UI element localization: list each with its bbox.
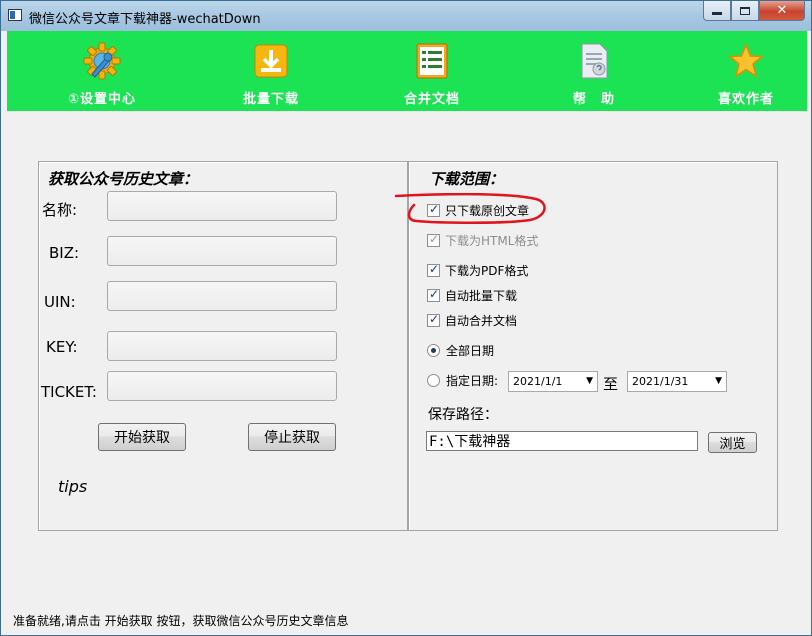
ticket-input[interactable] [107, 371, 337, 401]
checkbox-box [427, 312, 440, 327]
radio-dot [427, 344, 440, 357]
all-dates-label: 全部日期 [446, 344, 495, 358]
auto-batch-download-label: 自动批量下载 [445, 289, 518, 303]
date-to-value: 2021/1/31 [632, 375, 689, 388]
specific-date-radio[interactable]: 指定日期: [427, 372, 498, 389]
auto-merge-checkbox[interactable]: 自动合并文档 [427, 312, 517, 329]
tips-text: tips [58, 477, 88, 496]
app-icon [8, 9, 22, 21]
browse-button[interactable]: 浏览 [708, 432, 757, 453]
close-button[interactable]: ✕ [759, 1, 805, 21]
biz-label: BIZ: [49, 244, 80, 262]
original-only-label: 只下载原创文章 [445, 204, 530, 218]
key-label: KEY: [46, 338, 78, 356]
help-document-icon [581, 43, 608, 79]
maximize-button[interactable] [731, 1, 759, 21]
toolbar-settings-center[interactable]: ①设置中心 [47, 31, 157, 111]
original-only-checkbox[interactable]: 只下载原创文章 [427, 202, 529, 219]
close-icon: ✕ [776, 3, 788, 18]
checkbox-box [427, 262, 440, 277]
star-icon [728, 43, 764, 78]
uin-label: UIN: [44, 293, 76, 311]
biz-input[interactable] [107, 236, 337, 266]
toolbar-merge-docs-label: 合并文档 [403, 92, 460, 107]
start-fetch-button[interactable]: 开始获取 [98, 423, 186, 451]
pdf-format-checkbox[interactable]: 下载为PDF格式 [427, 262, 528, 279]
chevron-down-icon: ▼ [586, 376, 593, 386]
checkbox-box [427, 232, 440, 247]
toolbar-like-author[interactable]: 喜欢作者 [691, 31, 801, 111]
download-range-title: 下载范围： [429, 170, 505, 188]
minimize-button[interactable] [703, 1, 731, 21]
app-window: 微信公众号文章下载神器-wechatDown ✕ ①设置中心 批量下载 合并文档… [0, 0, 812, 636]
toolbar-help-label: 帮 助 [572, 92, 615, 107]
toolbar-batch-download-label: 批量下载 [242, 92, 299, 107]
name-input[interactable] [107, 191, 337, 221]
auto-merge-label: 自动合并文档 [445, 314, 518, 328]
html-format-label: 下载为HTML格式 [445, 234, 539, 248]
settings-gear-wrench-icon [83, 42, 121, 80]
radio-dot [427, 374, 440, 387]
document-list-icon [416, 43, 448, 79]
all-dates-radio[interactable]: 全部日期 [427, 342, 494, 359]
auto-batch-download-checkbox[interactable]: 自动批量下载 [427, 287, 517, 304]
save-path-input[interactable]: F:\下载神器 [426, 431, 698, 451]
specific-date-label: 指定日期: [446, 374, 499, 388]
key-input[interactable] [107, 331, 337, 361]
toolbar-batch-download[interactable]: 批量下载 [216, 31, 326, 111]
pdf-format-label: 下载为PDF格式 [445, 264, 529, 278]
checkbox-box [427, 287, 440, 302]
date-to-picker[interactable]: 2021/1/31 ▼ [627, 371, 727, 392]
date-from-value: 2021/1/1 [513, 375, 563, 388]
title-bar[interactable]: 微信公众号文章下载神器-wechatDown [1, 1, 811, 31]
save-path-label: 保存路径： [428, 407, 498, 423]
date-to-separator: 至 [603, 375, 619, 393]
toolbar-settings-label: ①设置中心 [67, 92, 136, 107]
stop-fetch-button[interactable]: 停止获取 [248, 423, 336, 451]
maximize-icon [740, 6, 750, 15]
ticket-label: TICKET: [41, 383, 97, 401]
download-tray-icon [254, 44, 288, 78]
toolbar-like-author-label: 喜欢作者 [717, 92, 774, 107]
main-toolbar: ①设置中心 批量下载 合并文档 帮 助 喜欢作者 [7, 31, 807, 111]
toolbar-merge-docs[interactable]: 合并文档 [377, 31, 487, 111]
toolbar-help[interactable]: 帮 助 [539, 31, 649, 111]
date-from-picker[interactable]: 2021/1/1 ▼ [508, 371, 598, 392]
window-title: 微信公众号文章下载神器-wechatDown [29, 12, 261, 27]
chevron-down-icon: ▼ [715, 376, 722, 386]
uin-input[interactable] [107, 281, 337, 311]
minimize-icon [712, 12, 722, 15]
status-bar: 准备就绪,请点击 开始获取 按钮，获取微信公众号历史文章信息 [13, 614, 349, 628]
checkbox-box [427, 202, 440, 217]
name-label: 名称: [42, 201, 78, 219]
html-format-checkbox: 下载为HTML格式 [427, 232, 538, 249]
fetch-history-title: 获取公众号历史文章： [48, 170, 199, 188]
